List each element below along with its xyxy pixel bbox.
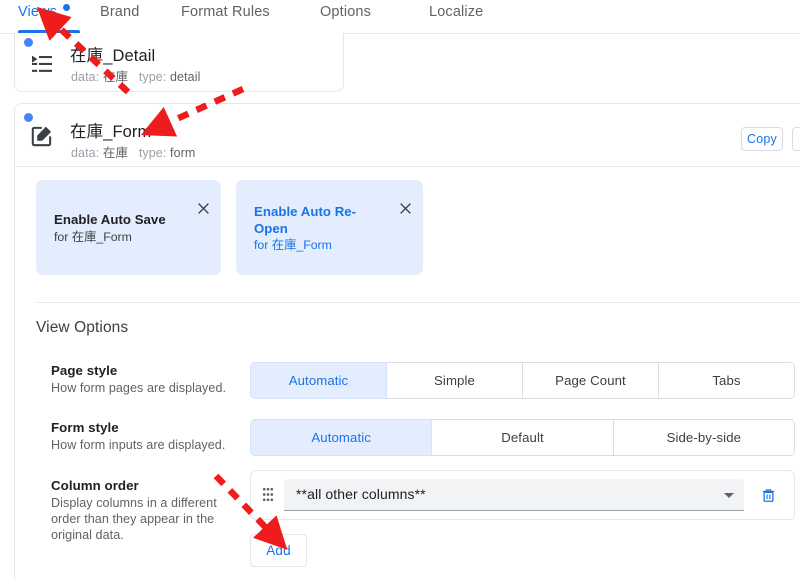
form-card-type-value: form bbox=[170, 146, 196, 160]
form-style-label: Form style bbox=[51, 420, 119, 435]
delete-button[interactable]: D bbox=[792, 127, 800, 151]
form-style-option-default[interactable]: Default bbox=[432, 419, 614, 456]
suggestion-chip-auto-save-title: Enable Auto Save bbox=[54, 212, 166, 227]
form-card-status-dot bbox=[24, 113, 33, 122]
suggestion-chip-auto-reopen-title: Enable Auto Re-Open bbox=[254, 204, 357, 236]
form-card-data-label: data: bbox=[71, 146, 100, 160]
detail-card-type-value: detail bbox=[170, 70, 201, 84]
form-style-segmented-control[interactable]: Automatic Default Side-by-side bbox=[250, 419, 795, 456]
chevron-down-icon[interactable] bbox=[724, 493, 734, 498]
copy-button[interactable]: Copy bbox=[741, 127, 783, 151]
tab-views-label: Views bbox=[18, 4, 58, 20]
page-style-label: Page style bbox=[51, 363, 118, 378]
form-card-type-label: type: bbox=[138, 146, 167, 160]
column-order-select[interactable]: **all other columns** bbox=[284, 479, 744, 511]
detail-card-data-label: data: bbox=[71, 70, 100, 84]
detail-card-meta: data: 在庫 type: detail bbox=[71, 66, 200, 85]
view-card-detail[interactable]: 在庫_Detail data: 在庫 type: detail bbox=[14, 33, 344, 92]
column-order-label: Column order bbox=[51, 478, 139, 493]
trash-icon[interactable] bbox=[760, 487, 777, 504]
tab-localize[interactable]: Localize bbox=[429, 4, 483, 33]
page-style-description: How form pages are displayed. bbox=[51, 381, 227, 395]
page-style-segmented-control[interactable]: Automatic Simple Page Count Tabs bbox=[250, 362, 795, 399]
form-style-option-side-by-side[interactable]: Side-by-side bbox=[613, 419, 795, 456]
close-icon[interactable] bbox=[399, 202, 412, 215]
suggestion-chip-auto-reopen-subtitle: for 在庫_Form bbox=[254, 238, 332, 252]
view-options-divider bbox=[36, 302, 800, 303]
detail-card-status-dot bbox=[24, 38, 33, 47]
detail-card-type-label: type: bbox=[138, 70, 167, 84]
form-style-option-automatic[interactable]: Automatic bbox=[250, 419, 433, 456]
view-options-heading: View Options bbox=[36, 319, 129, 336]
page-style-option-automatic[interactable]: Automatic bbox=[250, 362, 387, 399]
tab-format-rules[interactable]: Format Rules bbox=[181, 4, 270, 33]
page-style-option-tabs[interactable]: Tabs bbox=[659, 362, 795, 399]
close-icon[interactable] bbox=[197, 202, 210, 215]
detail-card-data-value: 在庫 bbox=[102, 70, 129, 84]
suggestion-chip-auto-reopen[interactable]: Enable Auto Re-Open for 在庫_Form bbox=[236, 180, 423, 275]
column-order-description: Display columns in a different order tha… bbox=[51, 496, 217, 542]
app-root: Views Brand Format Rules Options Localiz… bbox=[0, 0, 800, 579]
tab-localize-label: Localize bbox=[429, 4, 484, 20]
tab-format-rules-label: Format Rules bbox=[181, 4, 270, 20]
edit-square-icon bbox=[29, 123, 55, 154]
add-column-order-button[interactable]: Add bbox=[250, 534, 307, 567]
drag-handle-icon[interactable] bbox=[262, 487, 274, 503]
tab-options[interactable]: Options bbox=[320, 4, 371, 33]
tab-views-badge-dot bbox=[63, 4, 71, 11]
page-style-option-simple[interactable]: Simple bbox=[387, 362, 523, 399]
tab-brand[interactable]: Brand bbox=[100, 4, 139, 33]
column-order-select-value: **all other columns** bbox=[296, 486, 426, 502]
tab-views[interactable]: Views bbox=[18, 4, 71, 33]
form-style-description: How form inputs are displayed. bbox=[51, 438, 226, 452]
suggestion-chip-auto-save-subtitle: for 在庫_Form bbox=[54, 230, 132, 244]
view-settings-tabbar: Views Brand Format Rules Options Localiz… bbox=[0, 0, 800, 34]
form-card-header-divider bbox=[15, 166, 800, 167]
form-card-title: 在庫_Form bbox=[70, 123, 152, 141]
suggestion-chip-auto-save[interactable]: Enable Auto Save for 在庫_Form bbox=[36, 180, 221, 275]
form-card-meta: data: 在庫 type: form bbox=[71, 142, 195, 161]
format-indent-increase-icon bbox=[30, 52, 54, 81]
tab-options-label: Options bbox=[320, 4, 372, 20]
detail-card-title: 在庫_Detail bbox=[70, 47, 156, 65]
tab-brand-label: Brand bbox=[100, 4, 140, 20]
page-style-option-page-count[interactable]: Page Count bbox=[523, 362, 659, 399]
form-card-data-value: 在庫 bbox=[102, 146, 129, 160]
